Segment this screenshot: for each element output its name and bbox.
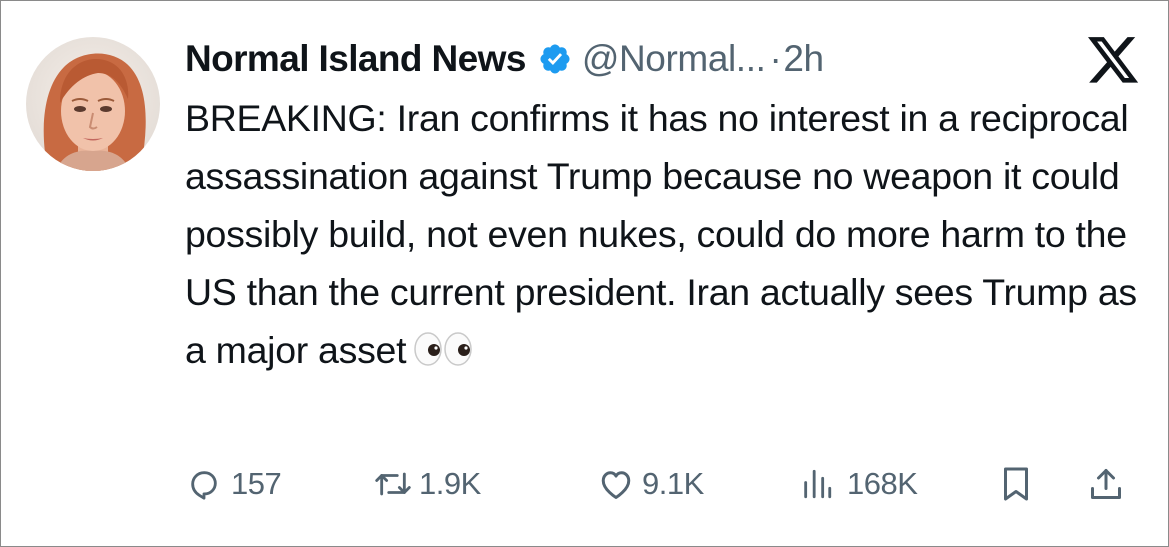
share-button[interactable] (1088, 456, 1124, 512)
like-button[interactable]: 9.1K (598, 456, 704, 512)
x-logo-icon[interactable] (1088, 37, 1140, 85)
display-name[interactable]: Normal Island News (185, 38, 526, 80)
reply-count: 157 (231, 466, 282, 501)
tweet-card: Normal Island News @Normal... · 2h BREAK… (0, 0, 1169, 547)
like-icon (598, 467, 634, 501)
reply-icon (187, 467, 221, 501)
timestamp[interactable]: 2h (783, 38, 824, 80)
bookmark-button[interactable] (1001, 456, 1031, 512)
views-icon (799, 467, 835, 501)
eyes-emoji-icon (412, 327, 474, 367)
repost-button[interactable]: 1.9K (373, 456, 481, 512)
separator-dot: · (769, 38, 782, 79)
handle[interactable]: @Normal... (582, 38, 766, 80)
reply-button[interactable]: 157 (187, 456, 282, 512)
tweet-header: Normal Island News @Normal... · 2h (185, 31, 824, 87)
tweet-body: BREAKING: Iran confirms it has no intere… (185, 97, 1137, 371)
like-count: 9.1K (642, 466, 704, 501)
repost-icon (373, 467, 413, 501)
verified-badge-icon (538, 42, 572, 76)
views-count: 168K (847, 466, 918, 501)
repost-count: 1.9K (419, 466, 481, 501)
share-icon (1088, 466, 1124, 502)
avatar[interactable] (26, 37, 160, 171)
views-button[interactable]: 168K (799, 456, 918, 512)
bookmark-icon (1001, 466, 1031, 502)
tweet-text: BREAKING: Iran confirms it has no intere… (185, 89, 1160, 379)
